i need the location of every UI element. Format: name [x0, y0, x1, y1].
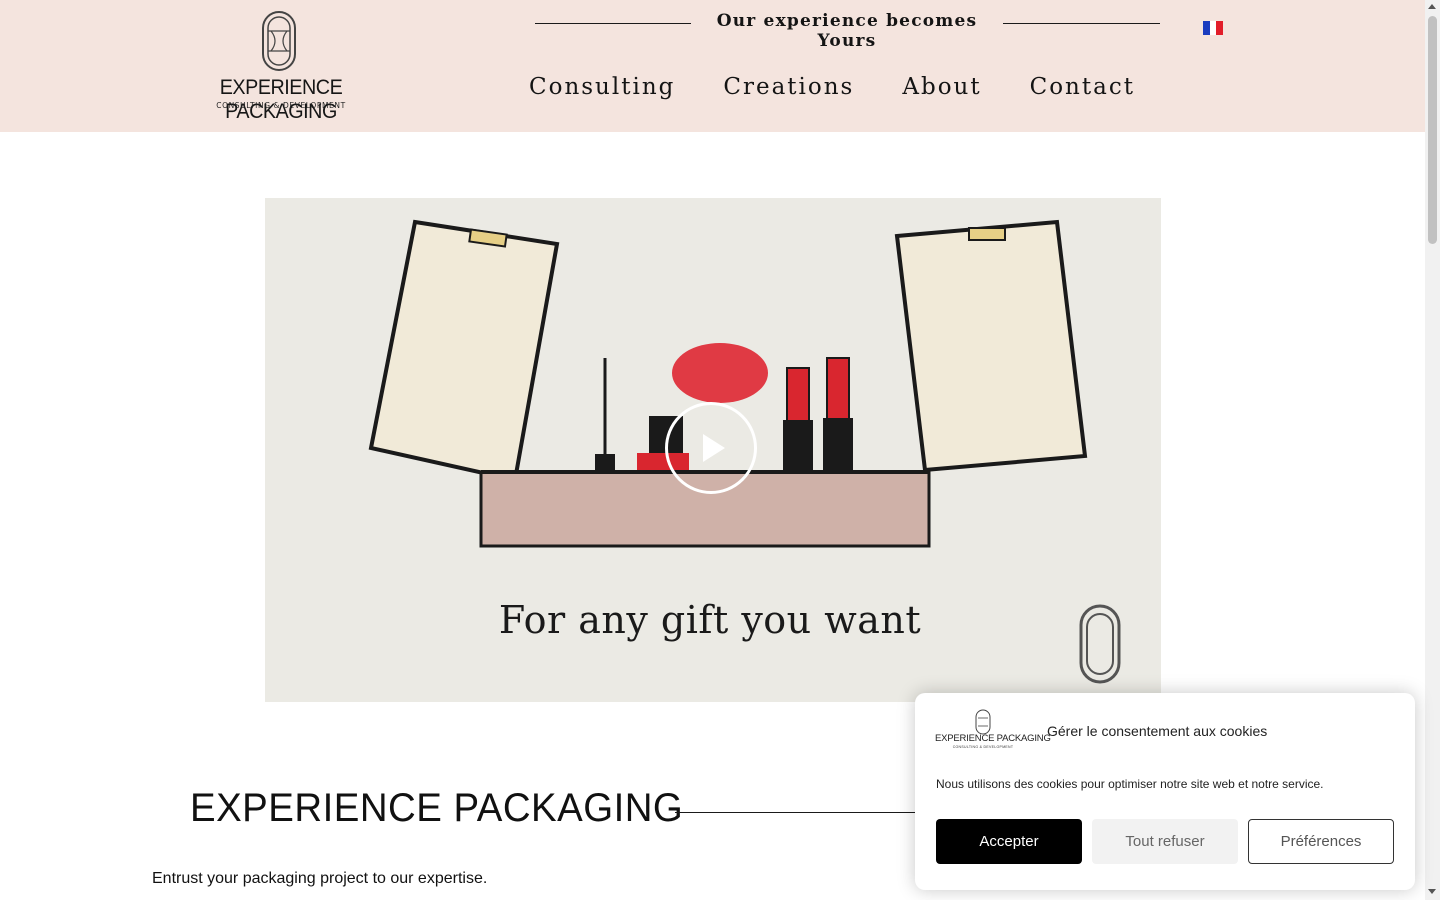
flag-blue-stripe: [1203, 21, 1210, 35]
section-intro: Entrust your packaging project to our ex…: [152, 870, 488, 887]
cookie-logo-subtitle: CONSULTING & DEVELOPMENT: [952, 745, 1014, 749]
main-nav: Consulting Creations About Contact: [529, 74, 1183, 108]
hero-video[interactable]: For any gift you want: [265, 198, 1161, 702]
cookie-logo-mark-icon: [975, 709, 991, 735]
scroll-down-arrow-icon[interactable]: [1428, 889, 1436, 894]
logo-mark-icon: [262, 11, 296, 71]
scroll-thumb[interactable]: [1428, 16, 1437, 244]
cookie-text: Nous utilisons des cookies pour optimise…: [936, 777, 1324, 791]
site-logo[interactable]: EXPERIENCE PACKAGING CONSULTING & DEVELO…: [163, 10, 399, 123]
nav-item-about[interactable]: About: [902, 74, 981, 108]
play-icon[interactable]: [665, 402, 757, 494]
section-divider: [675, 812, 935, 813]
tagline-row: Our experience becomes Yours: [535, 11, 1160, 51]
accept-cookies-button[interactable]: Accepter: [936, 819, 1082, 864]
video-caption: For any gift you want: [498, 598, 922, 642]
cookie-logo: EXPERIENCE PACKAGING CONSULTING & DEVELO…: [935, 709, 1051, 753]
nav-item-creations[interactable]: Creations: [723, 74, 854, 108]
tagline-end: Yours: [817, 31, 877, 51]
flag-red-stripe: [1216, 21, 1224, 35]
tagline-divider-left: [535, 23, 691, 24]
nav-item-consulting[interactable]: Consulting: [529, 74, 675, 108]
logo-name: EXPERIENCE PACKAGING: [219, 76, 343, 123]
logo-subtitle: CONSULTING & DEVELOPMENT: [216, 101, 346, 110]
site-header: EXPERIENCE PACKAGING CONSULTING & DEVELO…: [0, 0, 1425, 132]
refuse-cookies-button[interactable]: Tout refuser: [1092, 819, 1238, 864]
tagline-start: Our experience becomes: [716, 11, 978, 31]
cookie-logo-name: EXPERIENCE PACKAGING: [935, 733, 1051, 744]
cookie-title: Gérer le consentement aux cookies: [1047, 723, 1268, 739]
scroll-up-arrow-icon[interactable]: [1428, 4, 1436, 9]
cookie-preferences-button[interactable]: Préférences: [1248, 819, 1394, 864]
flag-white-stripe: [1209, 21, 1217, 35]
french-flag-icon[interactable]: [1203, 21, 1224, 35]
cookie-consent-banner: EXPERIENCE PACKAGING CONSULTING & DEVELO…: [915, 693, 1415, 890]
tagline: Our experience becomes Yours: [695, 11, 999, 51]
section-title: EXPERIENCE PACKAGING: [190, 786, 684, 830]
nav-item-contact[interactable]: Contact: [1030, 74, 1135, 108]
page-scrollbar[interactable]: [1425, 0, 1440, 900]
tagline-divider-right: [1003, 23, 1160, 24]
